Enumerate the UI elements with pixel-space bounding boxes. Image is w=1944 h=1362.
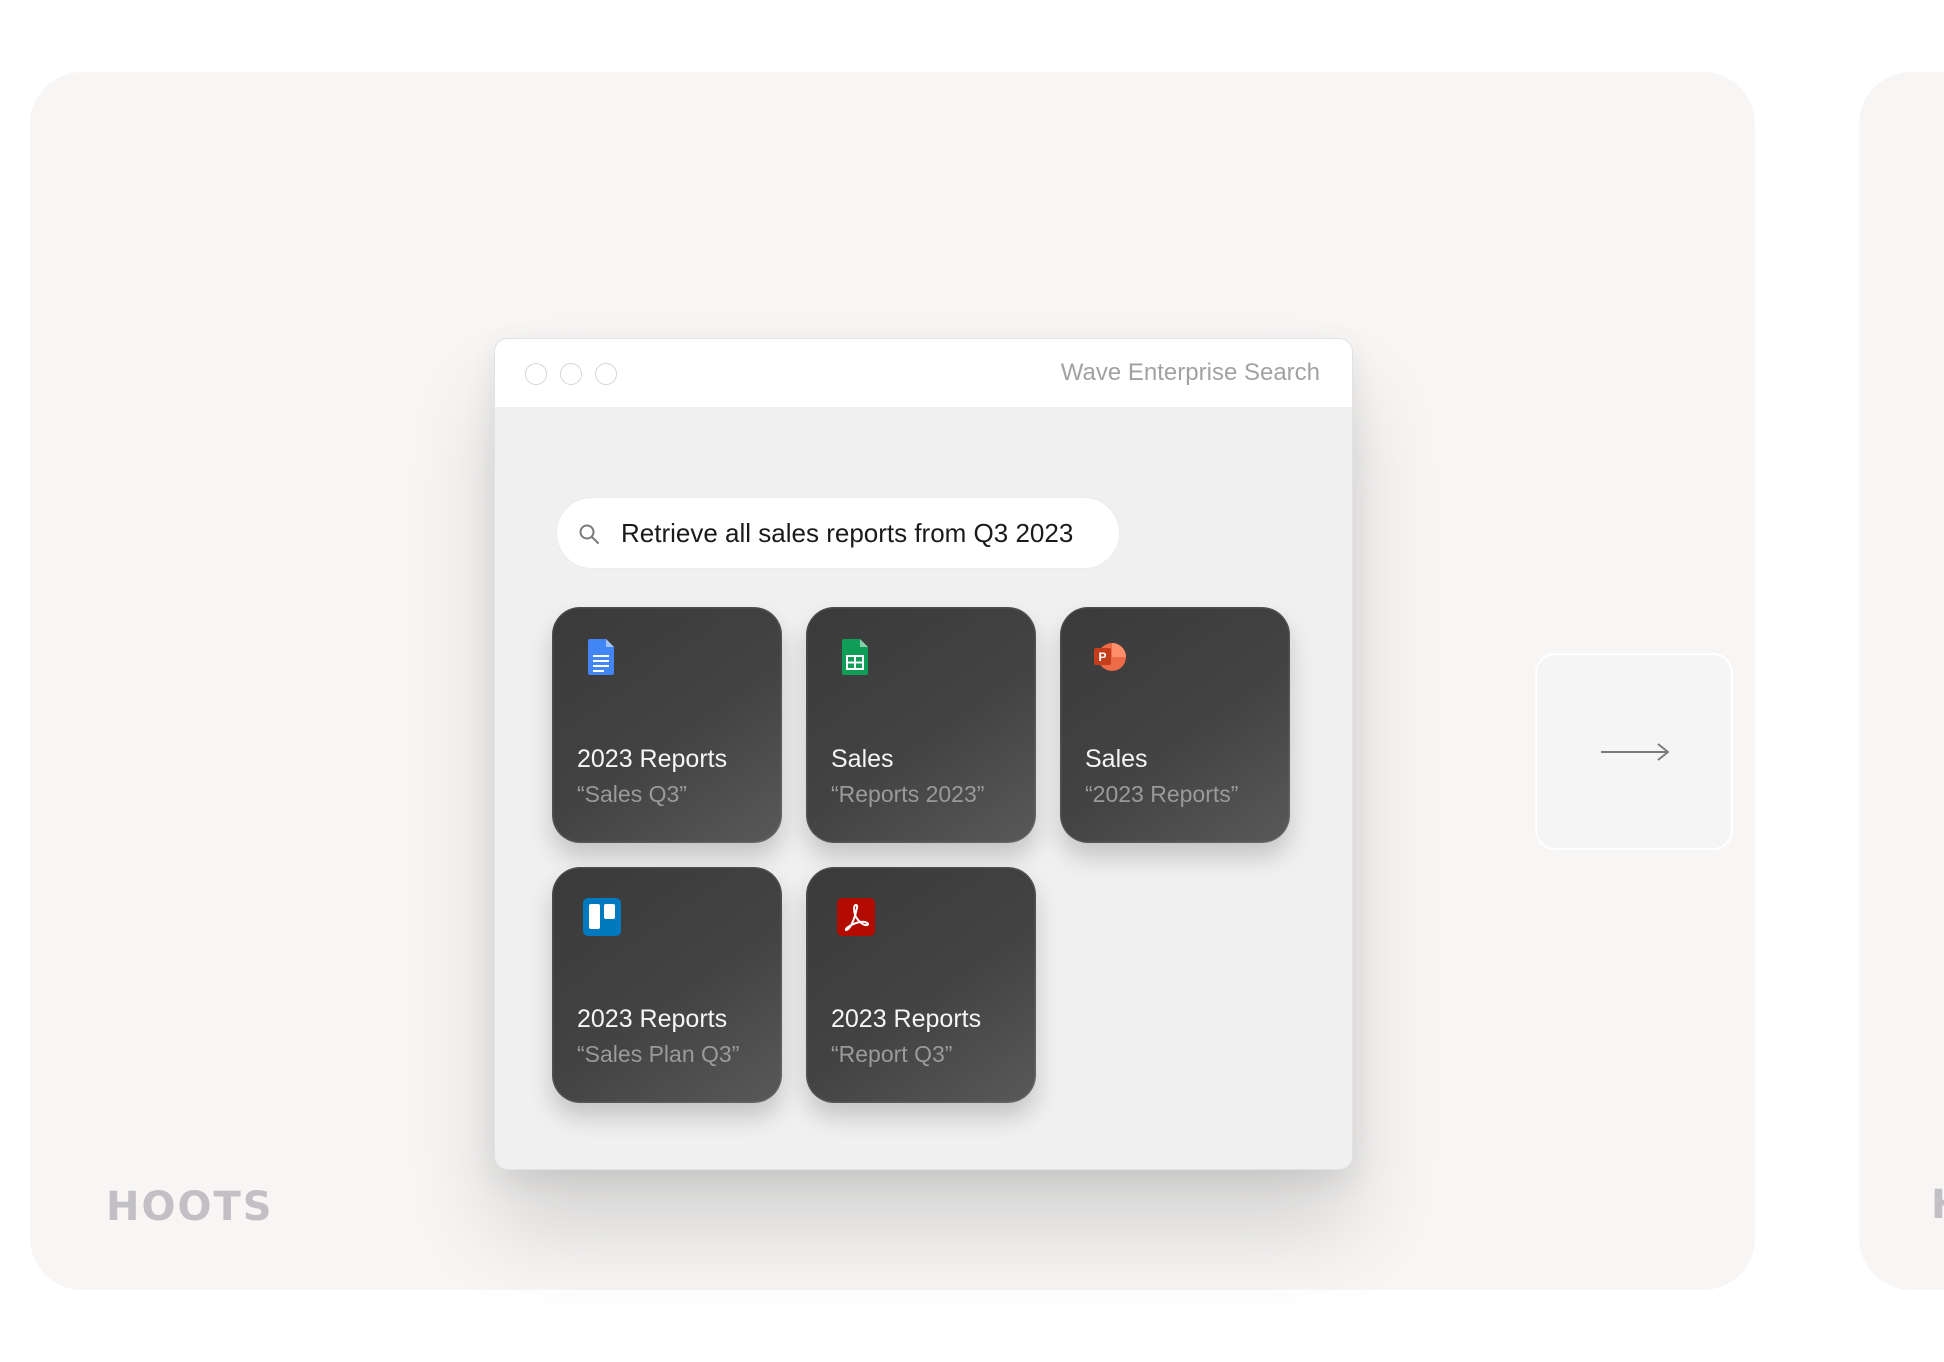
result-title: Sales [831, 745, 894, 773]
google-docs-icon [588, 639, 614, 675]
next-brand-logo: H [1931, 1182, 1944, 1228]
powerpoint-icon: P [1094, 643, 1126, 671]
result-tile[interactable]: 2023 Reports “Sales Q3” [552, 607, 782, 843]
search-icon [579, 524, 599, 544]
result-tile[interactable]: P Sales “2023 Reports” [1060, 607, 1290, 843]
result-title: 2023 Reports [577, 745, 728, 773]
result-subtitle: “Sales Plan Q3” [577, 1041, 740, 1067]
next-slide-button[interactable] [1535, 653, 1733, 850]
result-tile[interactable]: 2023 Reports “Sales Plan Q3” [552, 867, 782, 1103]
trello-icon [583, 898, 621, 936]
window-minimize-button[interactable] [560, 363, 582, 385]
window-title: Wave Enterprise Search [1060, 359, 1320, 386]
brand-logo: HOOTS [106, 1184, 274, 1230]
window-zoom-button[interactable] [595, 363, 617, 385]
result-subtitle: “Reports 2023” [831, 781, 985, 807]
next-slide-card[interactable]: H [1859, 72, 1944, 1290]
result-tile[interactable]: 2023 Reports “Report Q3” [806, 867, 1036, 1103]
result-subtitle: “Sales Q3” [577, 781, 687, 807]
app-window: Wave Enterprise Search Retrieve all sale… [494, 338, 1353, 1170]
adobe-acrobat-icon [837, 898, 875, 936]
page: Wave Enterprise Search Retrieve all sale… [0, 0, 1944, 1362]
window-titlebar: Wave Enterprise Search [495, 339, 1352, 407]
window-close-button[interactable] [525, 363, 547, 385]
svg-text:P: P [1098, 650, 1106, 664]
arrow-right-icon [1601, 743, 1669, 761]
search-query: Retrieve all sales reports from Q3 2023 [621, 518, 1074, 548]
result-tile[interactable]: Sales “Reports 2023” [806, 607, 1036, 843]
result-title: 2023 Reports [831, 1005, 982, 1033]
search-input[interactable]: Retrieve all sales reports from Q3 2023 [556, 497, 1120, 569]
result-subtitle: “2023 Reports” [1085, 781, 1239, 807]
slide-card: Wave Enterprise Search Retrieve all sale… [30, 72, 1755, 1290]
result-subtitle: “Report Q3” [831, 1041, 953, 1067]
result-title: Sales [1085, 745, 1148, 773]
google-sheets-icon [842, 639, 868, 675]
result-title: 2023 Reports [577, 1005, 728, 1033]
